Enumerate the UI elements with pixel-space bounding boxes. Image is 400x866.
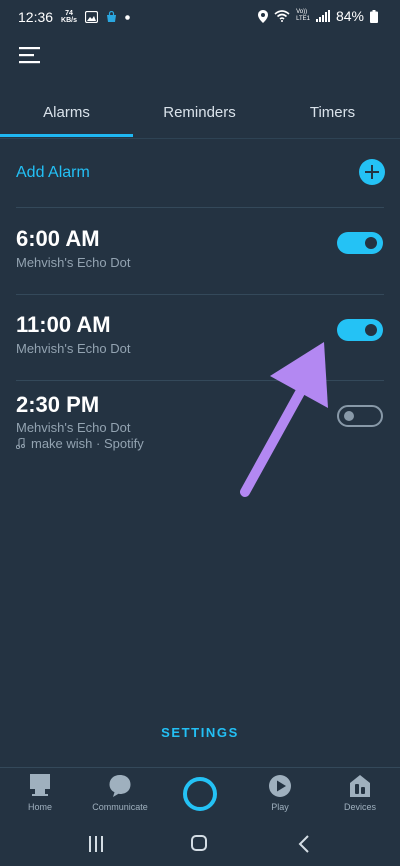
- nav-communicate[interactable]: Communicate: [80, 774, 160, 812]
- recent-apps-bar: [89, 836, 91, 852]
- back-icon[interactable]: [298, 835, 310, 853]
- nav-devices[interactable]: Devices: [320, 774, 400, 812]
- recent-apps-icon[interactable]: [89, 836, 103, 852]
- play-icon: [269, 775, 291, 797]
- nav-play[interactable]: Play: [240, 774, 320, 812]
- recent-apps-bar: [101, 836, 103, 852]
- recent-apps-bar: [95, 836, 97, 852]
- nav-home[interactable]: Home: [0, 774, 80, 812]
- settings-link[interactable]: SETTINGS: [0, 725, 400, 740]
- bottom-nav: Home Communicate Play Devices: [0, 767, 400, 824]
- nav-devices-label: Devices: [343, 802, 376, 812]
- nav-play-label: Play: [271, 802, 289, 812]
- home-button-icon[interactable]: [191, 835, 207, 851]
- chat-icon: [109, 775, 131, 797]
- devices-icon: [350, 775, 370, 797]
- system-nav-bar: [0, 823, 400, 866]
- home-icon: [30, 774, 50, 796]
- nav-communicate-label: Communicate: [92, 802, 148, 812]
- alexa-icon[interactable]: [183, 777, 217, 811]
- nav-home-label: Home: [27, 802, 52, 812]
